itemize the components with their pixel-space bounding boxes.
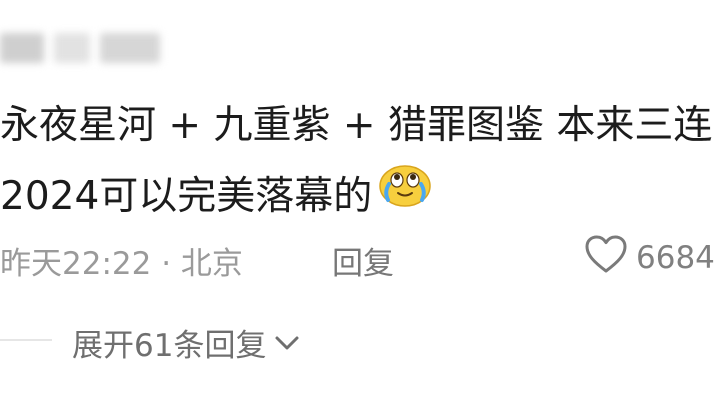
- chevron-down-icon: [266, 324, 300, 360]
- blur-block: [0, 33, 44, 63]
- comment-line-2: 2024可以完美落幕的: [0, 161, 720, 232]
- comment-line-1: 永夜星河 + 九重紫 + 猎罪图鉴 本来三连: [0, 103, 713, 148]
- blur-block: [100, 33, 160, 63]
- replies-divider: [0, 339, 52, 341]
- expand-replies-label: 展开61条回复: [72, 327, 267, 364]
- blur-block: [54, 33, 90, 63]
- like-button[interactable]: 6684: [584, 234, 715, 282]
- crying-laughing-face-icon: [378, 161, 432, 231]
- like-count: 6684: [636, 240, 715, 276]
- comment-time-location: 昨天22:22 · 北京: [0, 246, 243, 282]
- comment-line-2-text: 2024可以完美落幕的: [0, 174, 373, 219]
- comment-meta: 昨天22:22 · 北京 回复 6684: [0, 232, 720, 284]
- heart-icon: [584, 234, 628, 282]
- comment-body: 永夜星河 + 九重紫 + 猎罪图鉴 本来三连 2024可以完美落幕的: [0, 90, 720, 232]
- blurred-username: [0, 22, 172, 74]
- expand-replies-button[interactable]: 展开61条回复: [72, 320, 300, 364]
- reply-button[interactable]: 回复: [332, 238, 394, 283]
